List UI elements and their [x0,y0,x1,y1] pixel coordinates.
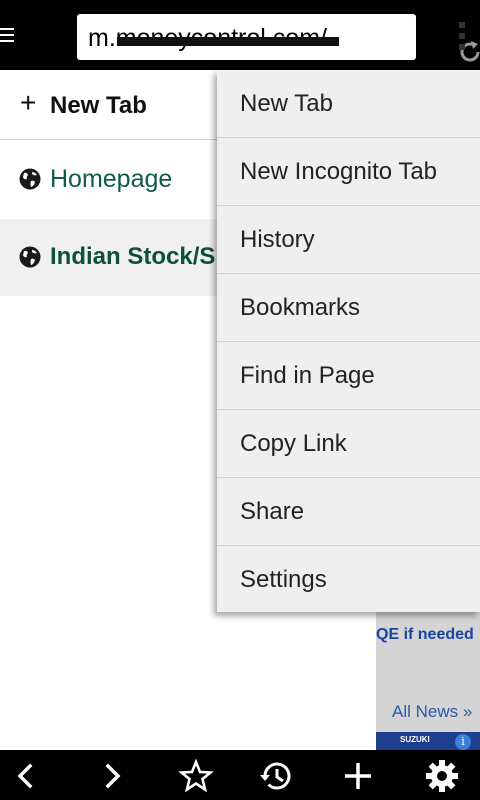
new-tab-label: New Tab [50,92,147,119]
overflow-menu-popup: New Tab New Incognito Tab History Bookma… [217,70,480,612]
star-icon [178,758,214,793]
ad-text: SUZUKI [400,735,430,744]
forward-button[interactable] [94,758,130,794]
menu-item-share[interactable]: Share [217,478,480,546]
settings-button[interactable] [424,758,460,794]
hamburger-icon[interactable] [0,26,16,46]
background-page: QE if needed All News » SUZUKI i [376,600,480,750]
menu-item-label: Share [240,498,305,525]
news-headline[interactable]: QE if needed [376,626,474,644]
menu-item-label: Settings [240,566,327,593]
gear-icon [426,760,458,792]
address-bar[interactable]: m.moneycontrol.com/ [77,14,480,62]
all-news-link[interactable]: All News » [392,702,472,722]
back-button[interactable] [8,758,44,794]
chevron-right-icon [105,763,121,789]
menu-item-label: Bookmarks [240,294,361,321]
menu-item-copy-link[interactable]: Copy Link [217,410,480,478]
plus-icon [345,763,371,789]
history-button[interactable] [258,758,294,794]
chevron-left-icon [17,763,33,789]
globe-icon [19,246,41,268]
history-icon [260,762,291,790]
tab-title: Indian Stock/Sh [50,243,231,270]
info-icon[interactable]: i [455,734,471,750]
menu-item-label: New Incognito Tab [240,158,438,185]
menu-item-label: New Tab [240,90,333,117]
top-bar: m.moneycontrol.com/ [0,0,480,70]
overflow-menu-icon[interactable] [456,20,468,52]
ad-banner[interactable]: SUZUKI i [376,732,480,750]
plus-icon: + [20,87,37,118]
add-tab-button[interactable] [340,758,376,794]
url-redaction [117,37,339,46]
menu-item-new-tab[interactable]: New Tab [217,70,480,138]
globe-icon [19,168,41,190]
bottom-toolbar [0,750,480,800]
menu-item-label: Find in Page [240,362,375,389]
menu-item-new-incognito-tab[interactable]: New Incognito Tab [217,138,480,206]
menu-item-bookmarks[interactable]: Bookmarks [217,274,480,342]
bookmark-button[interactable] [178,758,214,794]
menu-item-label: History [240,226,315,253]
menu-item-history[interactable]: History [217,206,480,274]
tab-title: Homepage [50,165,173,193]
menu-item-find-in-page[interactable]: Find in Page [217,342,480,410]
menu-item-settings[interactable]: Settings [217,546,480,614]
menu-item-label: Copy Link [240,430,347,457]
